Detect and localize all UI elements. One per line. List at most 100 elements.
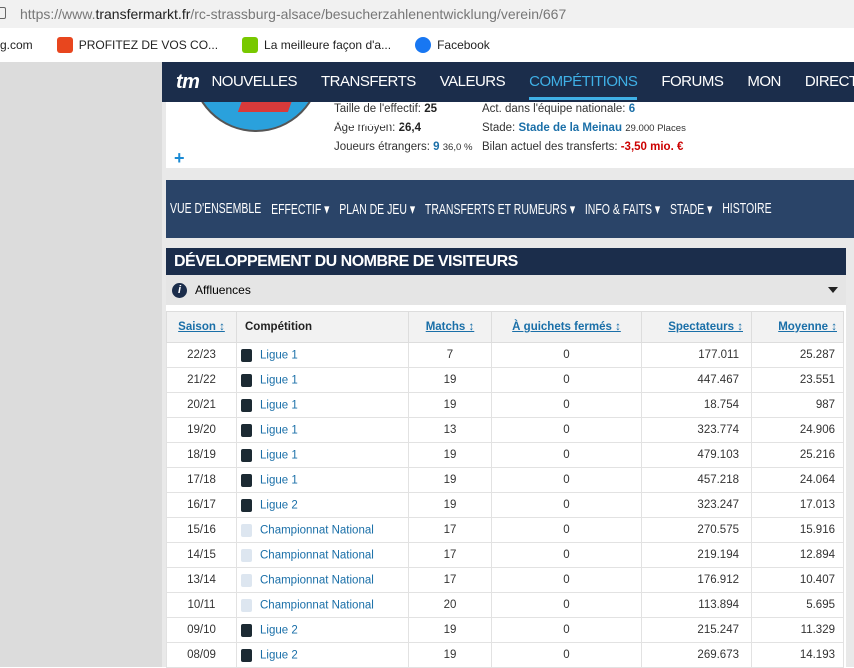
spectators: 18.754 bbox=[641, 392, 752, 418]
table-row: 09/10 Ligue 2 19 0 215.247 11.329 bbox=[166, 617, 844, 643]
competition: Ligue 1 bbox=[236, 367, 409, 393]
bookmark[interactable]: La meilleure façon d'a... bbox=[242, 37, 399, 53]
sort-moyenne[interactable]: Moyenne ↕ bbox=[751, 311, 844, 343]
sort-guichets[interactable]: À guichets fermés ↕ bbox=[491, 311, 642, 343]
subnav-item[interactable]: TRANSFERTS ET RUMEURS ▾ bbox=[425, 200, 575, 218]
attendance-table: Saison ↕ Compétition Matchs ↕ À guichets… bbox=[166, 311, 844, 668]
sort-saison[interactable]: Saison ↕ bbox=[166, 311, 237, 343]
table-row: 14/15 Championnat National 17 0 219.194 … bbox=[166, 542, 844, 568]
competition-link[interactable]: Championnat National bbox=[260, 524, 374, 536]
competition: Championnat National bbox=[236, 517, 409, 543]
average: 14.193 bbox=[751, 642, 844, 668]
matches: 13 bbox=[408, 417, 492, 443]
average: 17.013 bbox=[751, 492, 844, 518]
table-row: 10/11 Championnat National 20 0 113.894 … bbox=[166, 592, 844, 618]
caret-down-icon bbox=[828, 287, 838, 298]
competition-logo-icon bbox=[241, 473, 252, 487]
competition-logo-icon bbox=[241, 498, 252, 512]
matches: 17 bbox=[408, 567, 492, 593]
competition-link[interactable]: Ligue 2 bbox=[260, 649, 298, 661]
table-row: 20/21 Ligue 1 19 0 18.754 987 bbox=[166, 392, 844, 418]
bookmark[interactable]: PROFITEZ DE VOS CO... bbox=[56, 37, 226, 53]
competition: Championnat National bbox=[236, 592, 409, 618]
bookmarks-bar: g.com PROFITEZ DE VOS CO... La meilleure… bbox=[0, 28, 854, 62]
competition: Ligue 2 bbox=[236, 492, 409, 518]
tm-logo[interactable]: tm bbox=[176, 71, 200, 94]
competition-link[interactable]: Ligue 2 bbox=[260, 624, 298, 636]
subnav-item[interactable]: VUE D'ENSEMBLE bbox=[170, 200, 261, 218]
competition-link[interactable]: Ligue 1 bbox=[260, 474, 298, 486]
competition: Ligue 1 bbox=[236, 417, 409, 443]
address-bar[interactable]: https://www.transfermarkt.fr/rc-strassbu… bbox=[0, 0, 854, 28]
season: 20/21 bbox=[166, 392, 237, 418]
competition-link[interactable]: Ligue 1 bbox=[260, 449, 298, 461]
subnav-item[interactable]: EFFECTIF ▾ bbox=[271, 200, 329, 218]
sold-out: 0 bbox=[491, 617, 642, 643]
visitors-box: DÉVELOPPEMENT DU NOMBRE DE VISITEURS i Af… bbox=[166, 248, 846, 668]
matches: 19 bbox=[408, 492, 492, 518]
average: 25.287 bbox=[751, 342, 844, 368]
spectators: 323.774 bbox=[641, 417, 752, 443]
bookmark[interactable]: Facebook bbox=[415, 37, 498, 53]
competition: Ligue 1 bbox=[236, 467, 409, 493]
bookmark[interactable]: g.com bbox=[0, 38, 41, 52]
competition-link[interactable]: Championnat National bbox=[260, 599, 374, 611]
matches: 19 bbox=[408, 442, 492, 468]
nav-item[interactable]: VALEURS bbox=[440, 62, 506, 102]
spectators: 177.011 bbox=[641, 342, 752, 368]
competition-link[interactable]: Championnat National bbox=[260, 574, 374, 586]
competition-logo-icon bbox=[241, 423, 252, 437]
matches: 7 bbox=[408, 342, 492, 368]
season: 15/16 bbox=[166, 517, 237, 543]
competition-link[interactable]: Ligue 1 bbox=[260, 399, 298, 411]
season: 16/17 bbox=[166, 492, 237, 518]
nav-item[interactable]: DIRECT bbox=[805, 62, 854, 102]
lock-icon bbox=[0, 7, 6, 19]
subnav-item[interactable]: PLAN DE JEU ▾ bbox=[339, 200, 415, 218]
nav-item-active[interactable]: COMPÉTITIONS bbox=[529, 62, 638, 102]
sold-out: 0 bbox=[491, 592, 642, 618]
sold-out: 0 bbox=[491, 517, 642, 543]
matches: 19 bbox=[408, 392, 492, 418]
nav-item[interactable]: MON TM bbox=[747, 62, 781, 130]
competition-logo-icon bbox=[241, 348, 252, 362]
sort-matchs[interactable]: Matchs ↕ bbox=[408, 311, 492, 343]
season: 19/20 bbox=[166, 417, 237, 443]
table-row: 08/09 Ligue 2 19 0 269.673 14.193 bbox=[166, 642, 844, 668]
table-row: 22/23 Ligue 1 7 0 177.011 25.287 bbox=[166, 342, 844, 368]
competition-link[interactable]: Ligue 2 bbox=[260, 499, 298, 511]
col-competition: Compétition bbox=[236, 311, 409, 343]
nav-item[interactable]: TRANSFERTS & RUMEURS bbox=[321, 62, 416, 130]
season: 18/19 bbox=[166, 442, 237, 468]
competition-link[interactable]: Championnat National bbox=[260, 549, 374, 561]
plus-icon[interactable]: + bbox=[174, 148, 185, 169]
sort-spectateurs[interactable]: Spectateurs ↕ bbox=[641, 311, 752, 343]
table-row: 13/14 Championnat National 17 0 176.912 … bbox=[166, 567, 844, 593]
sold-out: 0 bbox=[491, 642, 642, 668]
subnav-item[interactable]: INFO & FAITS ▾ bbox=[585, 200, 660, 218]
competition: Ligue 2 bbox=[236, 617, 409, 643]
subnav-item[interactable]: STADE ▾ bbox=[670, 200, 712, 218]
box-title: DÉVELOPPEMENT DU NOMBRE DE VISITEURS bbox=[166, 248, 846, 275]
competition-logo-icon bbox=[241, 648, 252, 662]
stadium-link[interactable]: Stade de la Meinau bbox=[518, 122, 622, 134]
info-icon: i bbox=[172, 282, 187, 298]
competition-logo-icon bbox=[241, 573, 252, 587]
subnav-item[interactable]: HISTOIRE bbox=[722, 200, 771, 218]
competition-link[interactable]: Ligue 1 bbox=[260, 374, 298, 386]
competition-link[interactable]: Ligue 1 bbox=[260, 349, 298, 361]
average: 15.916 bbox=[751, 517, 844, 543]
average: 10.407 bbox=[751, 567, 844, 593]
nav-item[interactable]: FORUMS bbox=[661, 62, 724, 102]
table-row: 17/18 Ligue 1 19 0 457.218 24.064 bbox=[166, 467, 844, 493]
spectators: 457.218 bbox=[641, 467, 752, 493]
club-subnav: VUE D'ENSEMBLE EFFECTIF ▾ PLAN DE JEU ▾ … bbox=[166, 180, 854, 238]
season: 10/11 bbox=[166, 592, 237, 618]
competition-link[interactable]: Ligue 1 bbox=[260, 424, 298, 436]
table-row: 15/16 Championnat National 17 0 270.575 … bbox=[166, 517, 844, 543]
nav-item[interactable]: NOUVELLES bbox=[211, 62, 297, 102]
affluences-toggle[interactable]: i Affluences bbox=[166, 275, 846, 305]
page-margin bbox=[0, 62, 162, 667]
competition-logo-icon bbox=[241, 598, 252, 612]
spectators: 479.103 bbox=[641, 442, 752, 468]
